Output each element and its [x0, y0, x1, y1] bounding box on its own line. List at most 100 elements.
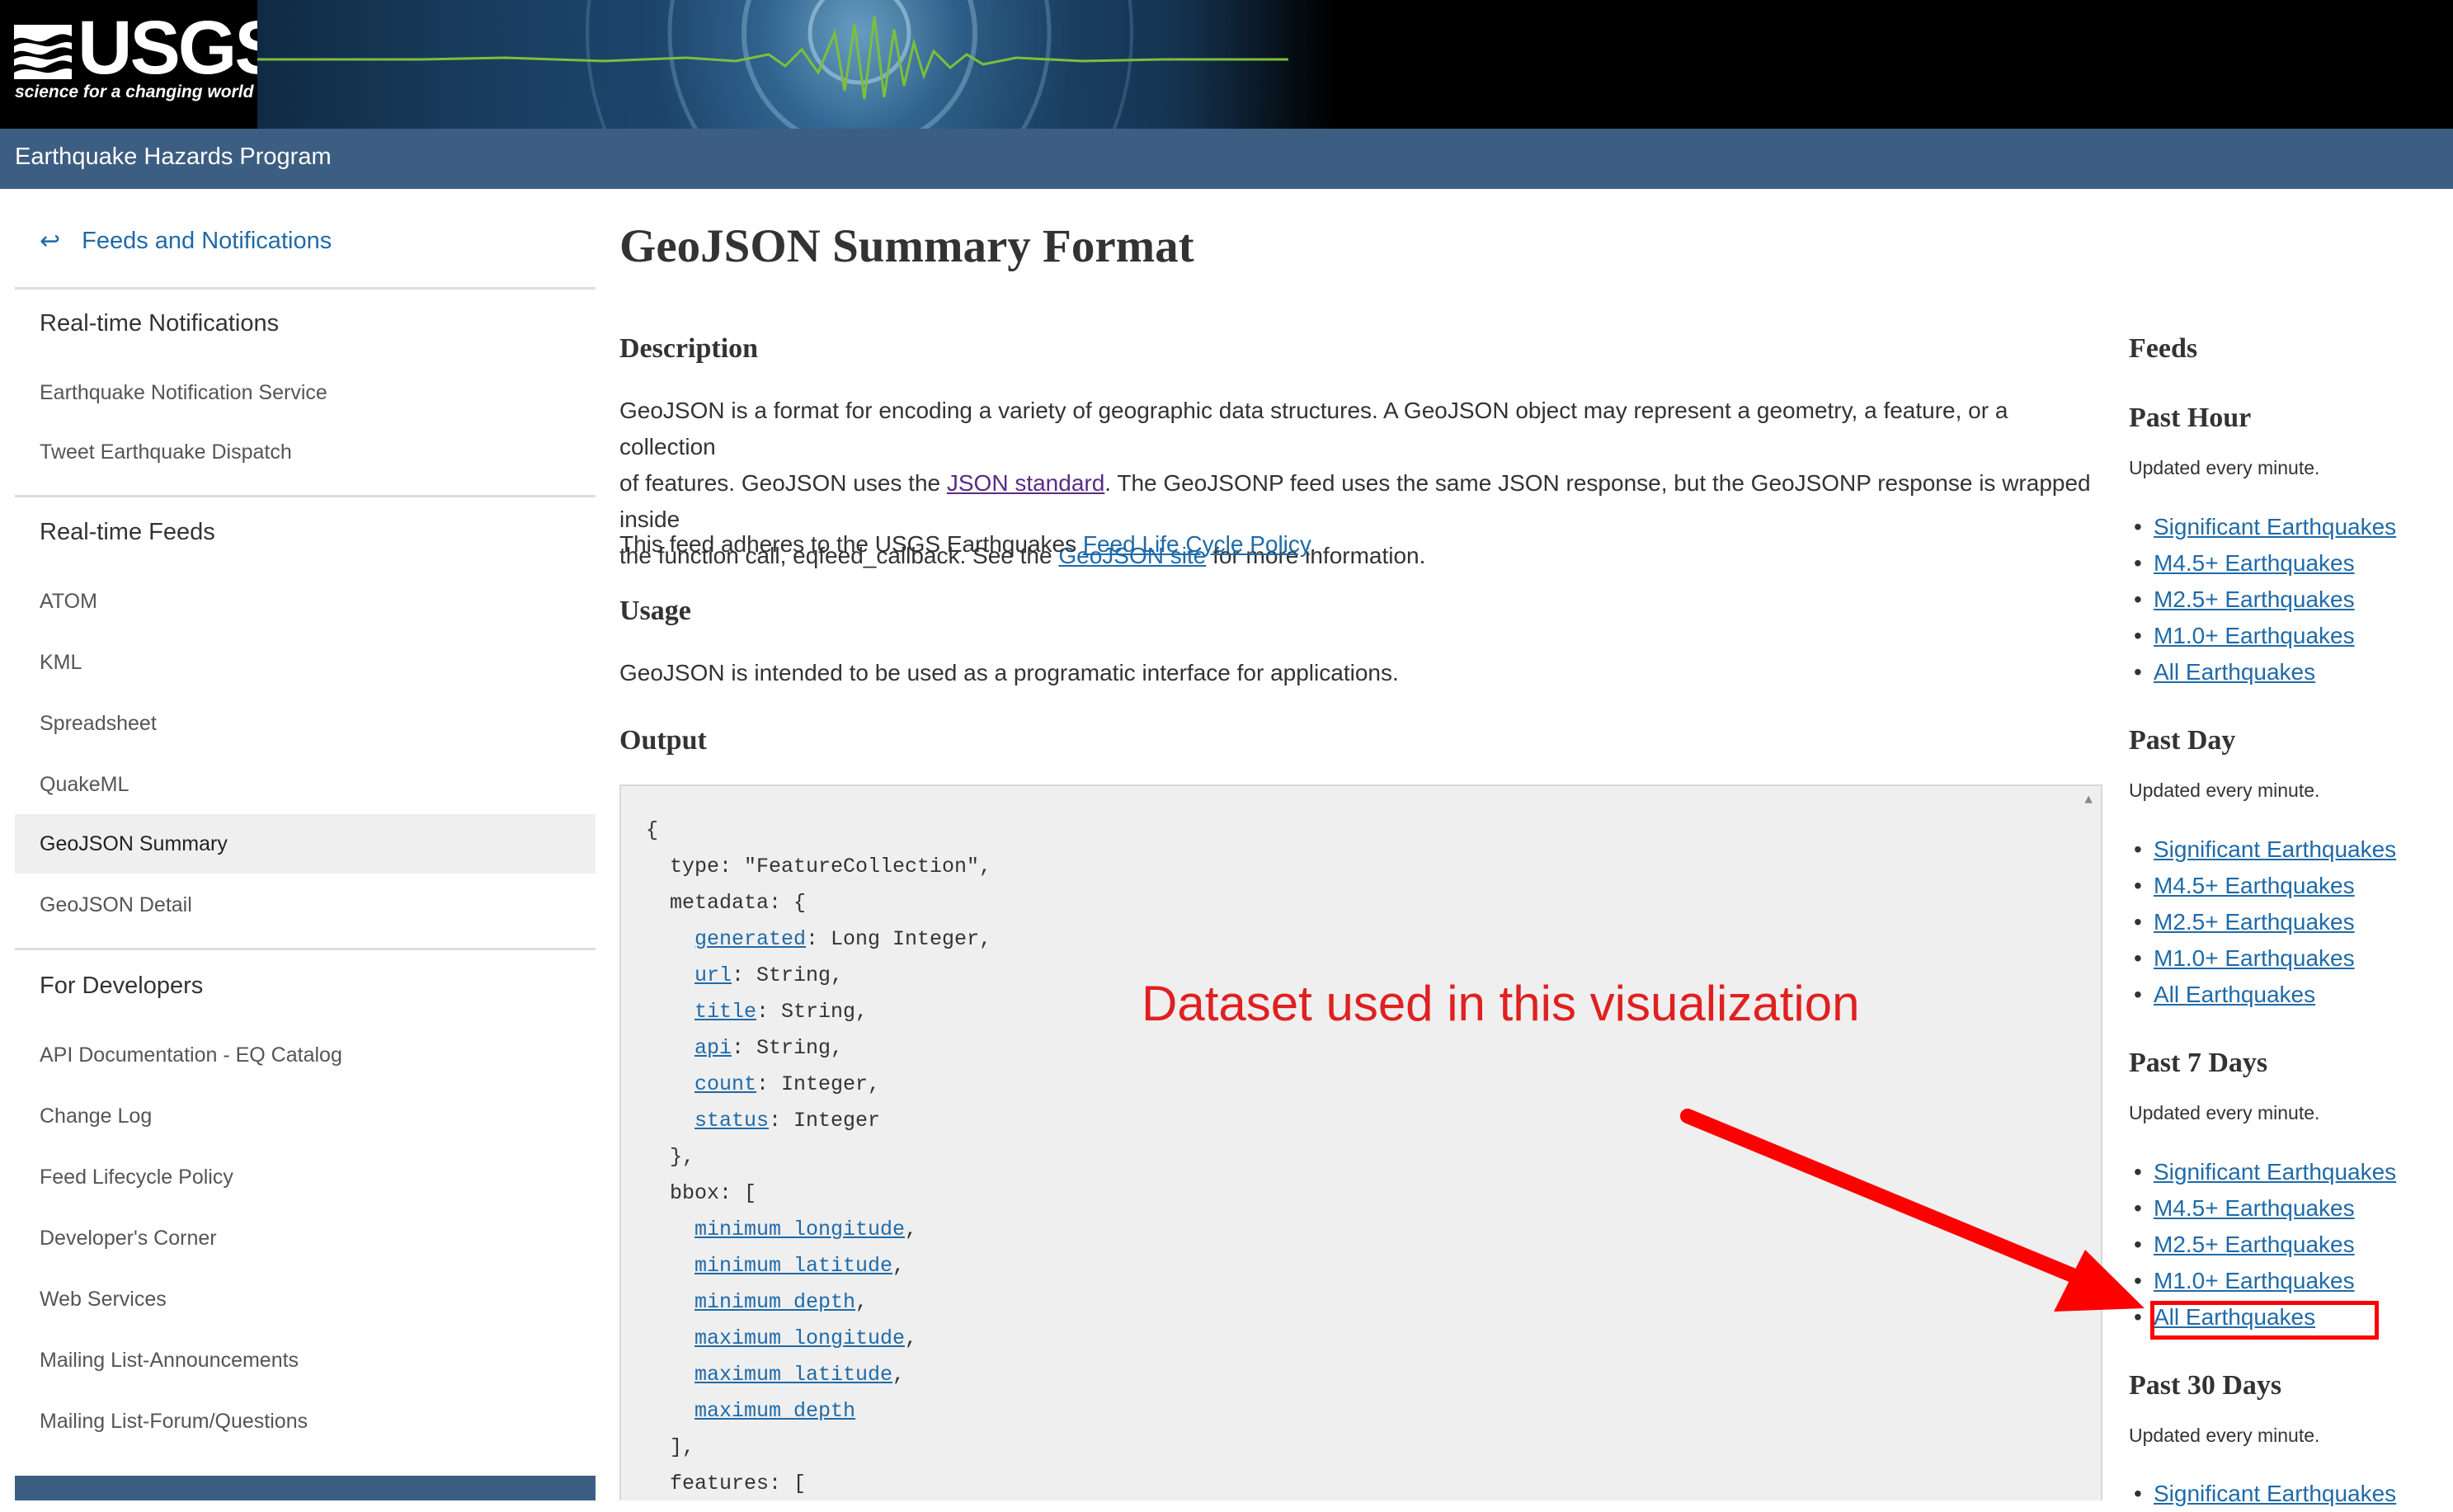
past-day-significant-link[interactable]: • Significant Earthquakes — [2134, 831, 2397, 868]
sidebar-section-for-developers: For Developers — [40, 973, 204, 999]
bullet-icon: • — [2134, 945, 2142, 971]
sidebar-item-kml[interactable]: KML — [15, 633, 596, 692]
bullet-icon: • — [2134, 836, 2142, 862]
url-link[interactable]: url — [694, 963, 732, 987]
sidebar-item-label: Tweet Earthquake Dispatch — [40, 440, 292, 464]
code-type: : Long Integer, — [806, 927, 992, 951]
past-7-days-m25-link[interactable]: • M2.5+ Earthquakes — [2134, 1227, 2355, 1263]
code-line: minimum longitude, — [694, 1213, 917, 1246]
past-day-m10-link[interactable]: • M1.0+ Earthquakes — [2134, 940, 2355, 977]
past-30-days-significant-link[interactable]: • Significant Earthquakes — [2134, 1476, 2396, 1512]
sidebar-item-change-log[interactable]: Change Log — [15, 1086, 596, 1146]
code-line: minimum latitude, — [694, 1250, 905, 1283]
program-bar: Earthquake Hazards Program — [0, 129, 2453, 189]
maximum-depth-link[interactable]: maximum depth — [694, 1399, 855, 1423]
code-line: generated: Long Integer, — [694, 923, 991, 956]
sidebar-item-label: ATOM — [40, 590, 97, 613]
description-heading: Description — [619, 333, 759, 364]
generated-link[interactable]: generated — [694, 927, 806, 951]
code-line: minimum depth, — [694, 1286, 868, 1319]
minimum-longitude-link[interactable]: minimum longitude — [694, 1218, 905, 1241]
code-type: : Integer, — [756, 1072, 881, 1096]
sidebar-item-label: Developer's Corner — [40, 1227, 217, 1250]
sidebar-item-spreadsheet[interactable]: Spreadsheet — [15, 694, 596, 753]
feed-link-label: M2.5+ Earthquakes — [2154, 586, 2355, 612]
past-30-days-updated: Updated every minute. — [2129, 1425, 2320, 1446]
feed-link-label: Significant Earthquakes — [2154, 836, 2397, 862]
past-day-m45-link[interactable]: • M4.5+ Earthquakes — [2134, 868, 2355, 904]
json-standard-link[interactable]: JSON standard — [947, 470, 1104, 496]
back-to-feeds-link[interactable]: ↩ Feeds and Notifications — [40, 227, 332, 256]
past-hour-updated: Updated every minute. — [2129, 457, 2320, 478]
sidebar-nav: ↩ Feeds and Notifications Real-time Noti… — [15, 189, 596, 1500]
past-day-m25-link[interactable]: • M2.5+ Earthquakes — [2134, 904, 2355, 940]
feed-link-label: M4.5+ Earthquakes — [2154, 873, 2355, 898]
sidebar-item-tweet-earthquake-dispatch[interactable]: Tweet Earthquake Dispatch — [15, 422, 596, 482]
past-hour-m45-link[interactable]: • M4.5+ Earthquakes — [2134, 545, 2355, 582]
past-7-days-updated: Updated every minute. — [2129, 1102, 2320, 1123]
code-line: url: String, — [694, 959, 843, 992]
bullet-icon: • — [2134, 1304, 2142, 1330]
seismograph-banner-image — [257, 0, 1335, 129]
past-hour-all-link[interactable]: • All Earthquakes — [2134, 654, 2316, 690]
past-hour-m25-link[interactable]: • M2.5+ Earthquakes — [2134, 582, 2355, 618]
sidebar-item-label: GeoJSON Detail — [40, 893, 192, 916]
sidebar-item-quakeml[interactable]: QuakeML — [15, 755, 596, 814]
usgs-logo[interactable]: USGS science for a changing world — [0, 0, 285, 129]
highlight-box — [2150, 1301, 2379, 1340]
api-link[interactable]: api — [694, 1036, 732, 1060]
code-type: : String, — [732, 963, 844, 987]
sidebar-item-mailing-list-announcements[interactable]: Mailing List-Announcements — [15, 1331, 596, 1390]
sidebar-section-realtime-feeds: Real-time Feeds — [40, 519, 215, 545]
status-link[interactable]: status — [694, 1109, 769, 1133]
feed-link-label: All Earthquakes — [2154, 659, 2316, 685]
past-7-days-m10-link[interactable]: • M1.0+ Earthquakes — [2134, 1263, 2355, 1299]
feed-life-cycle-policy-link[interactable]: Feed Life Cycle Policy — [1083, 531, 1310, 557]
sidebar-item-label: GeoJSON Summary — [40, 832, 228, 855]
program-title-link[interactable]: Earthquake Hazards Program — [15, 144, 332, 171]
output-code-block[interactable]: ▲ { type: "FeatureCollection", metadata:… — [619, 784, 2102, 1500]
annotation-label: Dataset used in this visualization — [1142, 976, 1860, 1031]
feed-link-label: M1.0+ Earthquakes — [2154, 945, 2355, 971]
code-line: }, — [670, 1145, 695, 1169]
past-7-days-m45-link[interactable]: • M4.5+ Earthquakes — [2134, 1190, 2355, 1227]
usage-text: GeoJSON is intended to be used as a prog… — [619, 660, 1399, 685]
bullet-icon: • — [2134, 1232, 2142, 1257]
code-line: bbox: [ — [670, 1181, 757, 1205]
code-type: : String, — [732, 1036, 844, 1060]
minimum-latitude-link[interactable]: minimum latitude — [694, 1254, 892, 1278]
title-link[interactable]: title — [694, 1000, 756, 1024]
maximum-longitude-link[interactable]: maximum longitude — [694, 1326, 905, 1350]
sidebar-divider — [15, 948, 596, 950]
sidebar-item-geojson-summary[interactable]: GeoJSON Summary — [15, 814, 596, 874]
past-day-all-link[interactable]: • All Earthquakes — [2134, 977, 2315, 1013]
code-line: { — [646, 818, 659, 842]
bullet-icon: • — [2134, 1195, 2142, 1221]
bullet-icon: • — [2134, 550, 2142, 576]
sidebar-item-api-documentation[interactable]: API Documentation - EQ Catalog — [15, 1025, 596, 1085]
code-line: maximum latitude, — [694, 1359, 905, 1392]
sidebar-item-geojson-detail[interactable]: GeoJSON Detail — [15, 875, 596, 935]
sidebar-item-label: Feed Lifecycle Policy — [40, 1166, 233, 1189]
back-link-label: Feeds and Notifications — [82, 228, 332, 254]
bullet-icon: • — [2134, 909, 2142, 935]
maximum-latitude-link[interactable]: maximum latitude — [694, 1363, 892, 1387]
sidebar-item-earthquake-notification-service[interactable]: Earthquake Notification Service — [15, 363, 596, 422]
count-link[interactable]: count — [694, 1072, 756, 1096]
past-hour-m10-link[interactable]: • M1.0+ Earthquakes — [2134, 618, 2355, 654]
page-title: GeoJSON Summary Format — [619, 220, 1194, 272]
sidebar-item-mailing-list-forum[interactable]: Mailing List-Forum/Questions — [15, 1392, 596, 1451]
feed-link-label: M1.0+ Earthquakes — [2154, 623, 2355, 648]
scroll-up-icon[interactable]: ▲ — [2084, 793, 2093, 808]
minimum-depth-link[interactable]: minimum depth — [694, 1290, 855, 1314]
code-punct: , — [905, 1326, 918, 1350]
code-punct: , — [855, 1290, 869, 1314]
past-hour-significant-link[interactable]: • Significant Earthquakes — [2134, 509, 2396, 545]
sidebar-item-web-services[interactable]: Web Services — [15, 1269, 596, 1329]
code-line: type: "FeatureCollection", — [670, 855, 992, 878]
bullet-icon: • — [2134, 873, 2142, 898]
sidebar-item-developers-corner[interactable]: Developer's Corner — [15, 1208, 596, 1268]
sidebar-item-feed-lifecycle-policy[interactable]: Feed Lifecycle Policy — [15, 1147, 596, 1207]
sidebar-item-atom[interactable]: ATOM — [15, 572, 596, 631]
past-7-days-significant-link[interactable]: • Significant Earthquakes — [2134, 1154, 2396, 1190]
